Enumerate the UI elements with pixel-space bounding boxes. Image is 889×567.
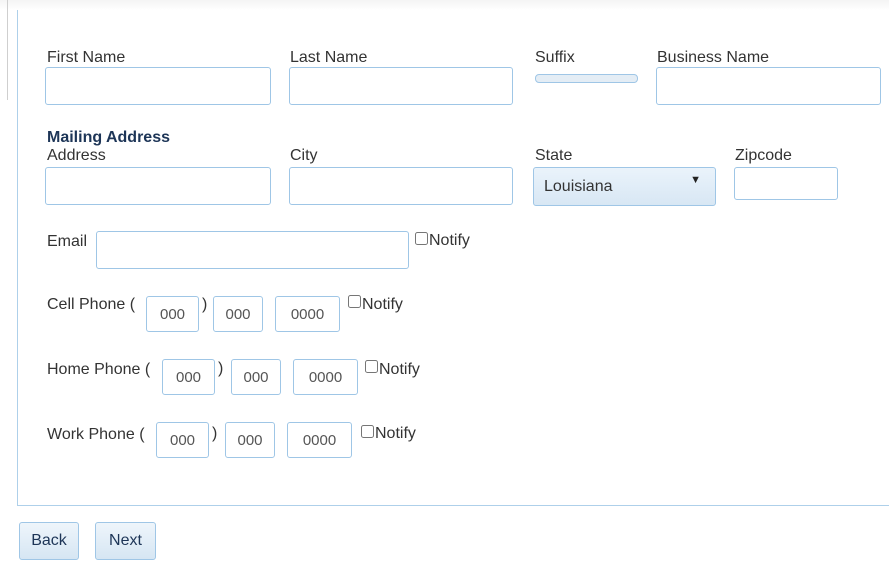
zipcode-label: Zipcode <box>735 147 792 164</box>
work-phone-line-input[interactable] <box>287 422 352 458</box>
zipcode-input[interactable] <box>734 167 838 200</box>
home-phone-prefix-input[interactable] <box>231 359 281 395</box>
address-label: Address <box>47 147 106 164</box>
left-rule <box>7 0 8 100</box>
first-name-label: First Name <box>47 49 126 66</box>
first-name-input[interactable] <box>45 67 271 105</box>
next-button[interactable]: Next <box>95 522 156 560</box>
suffix-select[interactable] <box>535 74 638 83</box>
back-button[interactable]: Back <box>19 522 79 560</box>
home-phone-close-paren: ) <box>218 360 224 377</box>
business-name-label: Business Name <box>657 49 770 66</box>
cell-notify-label: Notify <box>362 296 403 313</box>
email-input[interactable] <box>96 231 409 269</box>
city-label: City <box>290 147 318 164</box>
home-notify-label: Notify <box>379 361 420 378</box>
work-phone-prefix-input[interactable] <box>225 422 275 458</box>
cell-phone-area-input[interactable] <box>146 296 199 332</box>
cell-notify-checkbox[interactable] <box>348 295 361 308</box>
cell-phone-prefix-input[interactable] <box>213 296 263 332</box>
work-phone-close-paren: ) <box>212 425 218 442</box>
state-selected-value: Louisiana <box>544 178 613 195</box>
work-phone-area-input[interactable] <box>156 422 209 458</box>
business-name-input[interactable] <box>656 67 881 105</box>
home-notify-checkbox[interactable] <box>365 360 378 373</box>
email-notify-label: Notify <box>429 232 470 249</box>
last-name-input[interactable] <box>289 67 513 105</box>
cell-phone-line-input[interactable] <box>275 296 340 332</box>
address-input[interactable] <box>45 167 271 205</box>
work-notify-checkbox[interactable] <box>361 425 374 438</box>
home-phone-area-input[interactable] <box>162 359 215 395</box>
cell-phone-close-paren: ) <box>202 296 208 313</box>
home-phone-line-input[interactable] <box>293 359 358 395</box>
email-notify-checkbox[interactable] <box>415 232 428 245</box>
caret-down-icon: ▼ <box>690 174 701 186</box>
home-phone-label: Home Phone ( <box>47 361 151 378</box>
state-label: State <box>535 147 573 164</box>
cell-phone-label: Cell Phone ( <box>47 296 136 313</box>
work-phone-label: Work Phone ( <box>47 426 145 443</box>
work-notify-label: Notify <box>375 425 416 442</box>
city-input[interactable] <box>289 167 513 205</box>
last-name-label: Last Name <box>290 49 368 66</box>
state-select[interactable]: Louisiana ▼ <box>533 167 716 206</box>
email-label: Email <box>47 233 88 250</box>
top-shadow <box>0 0 889 10</box>
mailing-address-heading: Mailing Address <box>47 129 170 146</box>
suffix-label: Suffix <box>535 49 575 66</box>
